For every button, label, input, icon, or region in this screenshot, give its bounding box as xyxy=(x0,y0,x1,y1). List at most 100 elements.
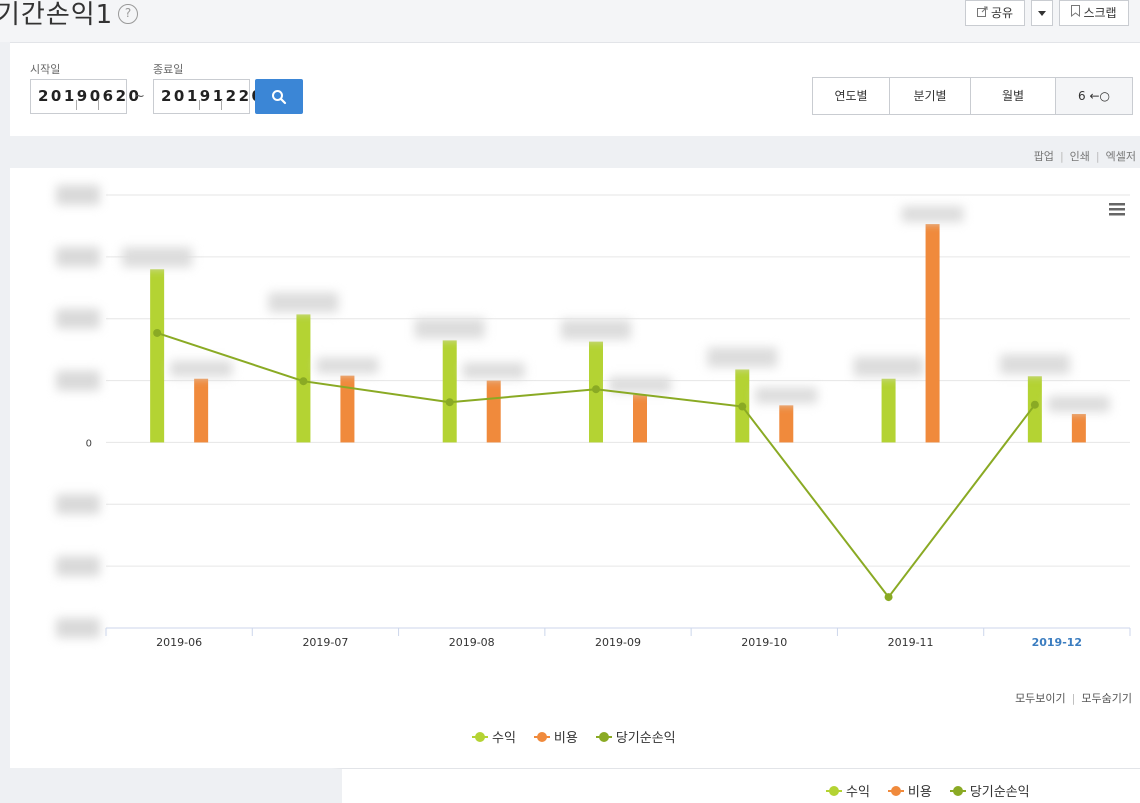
bar-revenue xyxy=(1027,376,1042,443)
bar-cost xyxy=(486,380,501,443)
x-tick-label: 2019-06 xyxy=(156,636,202,649)
page: 기간손익1 ? 공유 스크랩 시작일 종료일 20190620 ~ 201912… xyxy=(0,0,1140,803)
title-bar: 기간손익1 ? 공유 스크랩 xyxy=(0,0,1140,42)
net-income-point xyxy=(592,385,600,394)
show-all-link[interactable]: 모두보이기 xyxy=(1015,692,1066,705)
net-income-point xyxy=(738,402,747,411)
chart-menu-icon[interactable] xyxy=(1109,203,1125,216)
share-icon xyxy=(976,1,988,25)
scrap-label: 스크랩 xyxy=(1083,6,1117,20)
chart: 0 2019-06 2019-07 2019-08 2019-09 2019-10 2019… xyxy=(56,185,1131,649)
link-separator: | xyxy=(1095,150,1100,163)
data-label-cost xyxy=(170,360,233,377)
x-tick-label: 2019-09 xyxy=(595,636,641,649)
legend-item-revenue[interactable]: 수익 xyxy=(472,727,516,746)
x-tick-label: 2019-11 xyxy=(888,636,934,649)
caret-down-icon xyxy=(1038,6,1046,20)
date-segment-divider xyxy=(199,100,200,110)
bar-revenue xyxy=(150,269,165,443)
popup-link[interactable]: 팝업 xyxy=(1034,150,1054,163)
excel-link[interactable]: 엑셀저 xyxy=(1106,150,1136,163)
data-label-revenue xyxy=(414,318,485,339)
bookmark-icon xyxy=(1071,1,1081,25)
help-icon[interactable]: ? xyxy=(118,4,138,24)
bar-cost xyxy=(633,394,647,443)
data-label-revenue xyxy=(122,247,193,268)
period-quarterly-button[interactable]: 분기별 xyxy=(889,77,971,115)
legend-label: 수익 xyxy=(492,731,516,746)
data-label-revenue xyxy=(999,354,1070,375)
page-title: 기간손익1 xyxy=(0,0,114,30)
bar-revenue xyxy=(442,340,457,443)
chart-legend: 수익 비용 당기순손익 xyxy=(472,727,676,746)
legend-marker xyxy=(472,731,488,742)
search-button[interactable] xyxy=(255,79,303,114)
legend-label: 비용 xyxy=(553,731,578,746)
bar-cost xyxy=(194,378,209,443)
net-income-point xyxy=(1030,400,1039,409)
legend-marker xyxy=(533,731,550,742)
data-label-revenue xyxy=(268,292,339,313)
scrap-button[interactable]: 스크랩 xyxy=(1059,0,1129,26)
bar-cost xyxy=(1071,413,1086,443)
share-dropdown-button[interactable] xyxy=(1031,0,1053,26)
legend-item-net[interactable]: 당기순손익 xyxy=(949,781,1030,800)
y-tick-label xyxy=(56,618,100,638)
net-income-point xyxy=(153,328,162,337)
date-segment-divider xyxy=(221,100,222,110)
end-date-input[interactable]: 20191220 xyxy=(153,79,262,114)
export-links: 팝업 | 인쇄 | 엑셀저 xyxy=(1034,148,1136,164)
period-custom-button[interactable]: 6 ←○ xyxy=(1055,77,1133,115)
toolbar-strip xyxy=(0,136,1140,168)
link-separator: | xyxy=(1071,692,1076,705)
search-icon xyxy=(272,90,287,105)
hide-all-link[interactable]: 모두숨기기 xyxy=(1081,692,1132,705)
y-tick-label xyxy=(56,494,100,515)
series-toggle-links: 모두보이기 | 모두숨기기 xyxy=(1015,690,1132,706)
bar-cost xyxy=(925,224,940,443)
legend-item-cost[interactable]: 비용 xyxy=(533,727,578,746)
data-label-revenue xyxy=(853,356,924,377)
bar-cost xyxy=(779,405,794,443)
legend-item-revenue[interactable]: 수익 xyxy=(826,781,870,800)
bar-revenue xyxy=(881,378,896,443)
x-tick-label: 2019-10 xyxy=(741,636,787,649)
end-date-value: 20191220 xyxy=(161,87,265,105)
y-tick-label xyxy=(56,246,100,267)
legend-marker xyxy=(887,785,904,796)
y-tick-label xyxy=(56,370,100,391)
filter-panel: 시작일 종료일 20190620 ~ 20191220 연도별 분기별 월별 6… xyxy=(10,42,1140,136)
x-tick-label: 2019-07 xyxy=(302,636,348,649)
net-income-point xyxy=(445,398,454,407)
bar-cost xyxy=(340,375,355,443)
secondary-chart-legend: 수익 비용 당기순손익 xyxy=(826,781,1030,800)
share-label: 공유 xyxy=(990,6,1014,20)
data-label-cost xyxy=(462,362,525,379)
start-date-input[interactable]: 20190620 xyxy=(30,79,139,114)
legend-label: 당기순손익 xyxy=(615,731,676,746)
legend-label: 비용 xyxy=(907,785,932,800)
legend-label: 수익 xyxy=(846,785,870,800)
data-label-cost xyxy=(316,357,379,374)
data-label-cost xyxy=(901,206,964,223)
legend-label: 당기순손익 xyxy=(969,785,1030,800)
end-date-label: 종료일 xyxy=(153,63,184,76)
date-segment-divider xyxy=(76,100,77,110)
legend-marker xyxy=(826,785,842,796)
period-monthly-button[interactable]: 월별 xyxy=(970,77,1056,115)
share-button[interactable]: 공유 xyxy=(965,0,1025,26)
data-label-cost xyxy=(755,387,818,404)
period-yearly-button[interactable]: 연도별 xyxy=(812,77,890,115)
data-label-cost xyxy=(1047,395,1110,412)
x-tick-label: 2019-08 xyxy=(449,636,495,649)
print-link[interactable]: 인쇄 xyxy=(1070,150,1090,163)
data-label-cost xyxy=(609,376,671,393)
data-label-revenue xyxy=(707,347,778,368)
date-segment-divider xyxy=(98,100,99,110)
legend-item-cost[interactable]: 비용 xyxy=(887,781,932,800)
y-tick-label xyxy=(56,556,100,577)
data-label-revenue xyxy=(561,319,631,340)
legend-item-net[interactable]: 당기순손익 xyxy=(595,727,676,746)
start-date-value: 20190620 xyxy=(38,87,142,105)
net-income-point xyxy=(299,377,308,386)
